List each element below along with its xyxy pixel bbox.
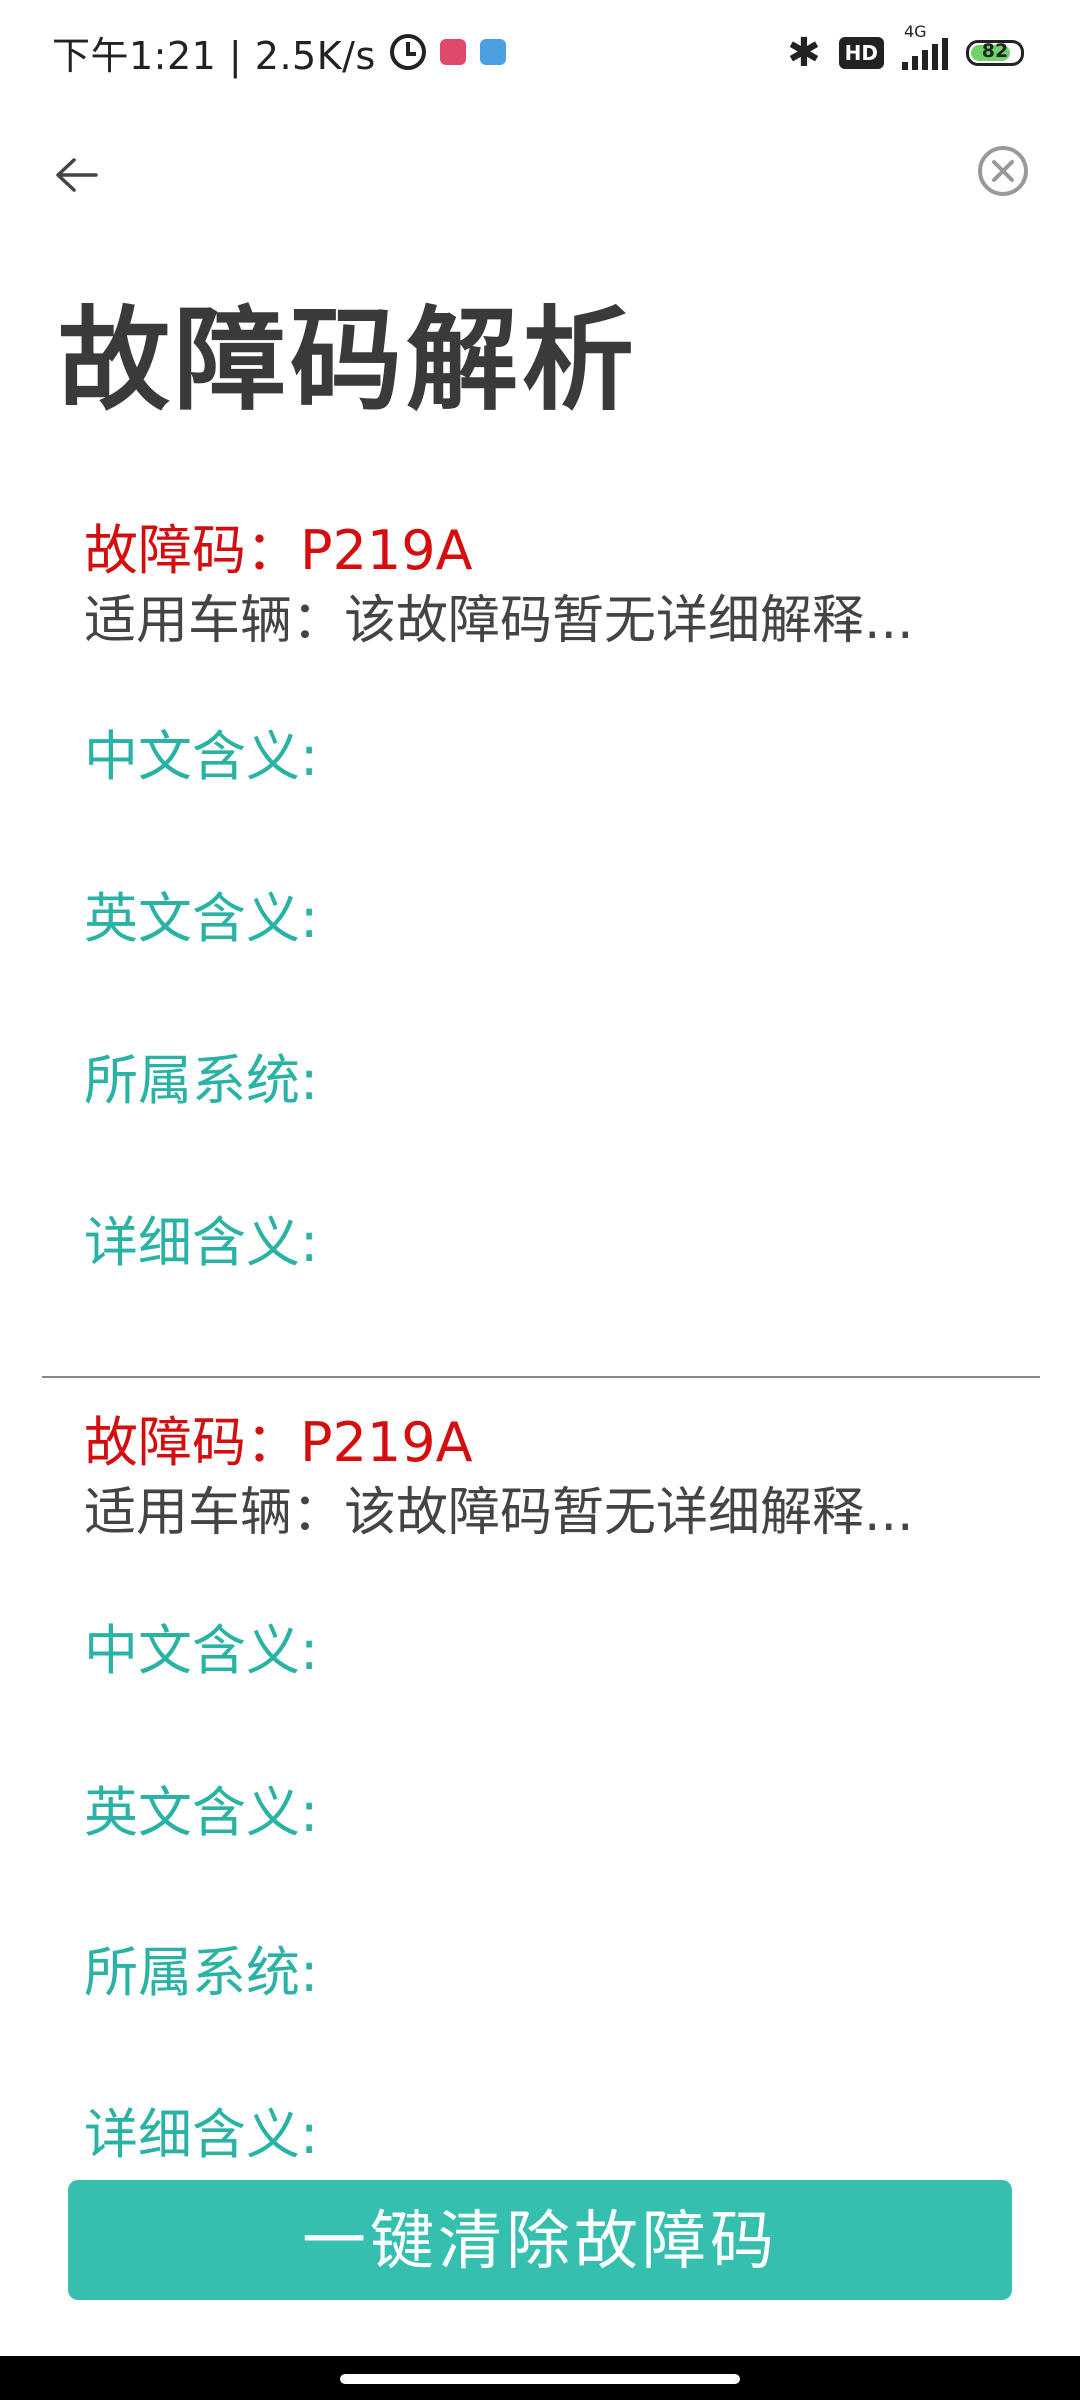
home-gesture-handle[interactable] [340,2374,740,2384]
result-card: 故障码：P219A 适用车辆：该故障码暂无详细解释... 中文含义: 英文含义:… [84,516,1024,1274]
fault-code: 故障码：P219A [84,1411,473,1474]
navigation-bar [0,2356,1080,2400]
vehicle-info: 适用车辆：该故障码暂无详细解释... [84,591,914,651]
detail-meaning-label: 详细含义: [84,1211,319,1274]
vehicle-info: 适用车辆：该故障码暂无详细解释... [84,1483,914,1543]
detail-meaning-label: 详细含义: [84,2103,319,2160]
results-list[interactable]: 故障码：P219A 适用车辆：该故障码暂无详细解释... 中文含义: 英文含义:… [0,0,1080,2160]
english-meaning-label: 英文含义: [84,1781,319,1844]
fault-code: 故障码：P219A [84,519,473,582]
chinese-meaning-label: 中文含义: [84,1619,319,1682]
divider [42,1376,1040,1378]
english-meaning-label: 英文含义: [84,887,319,950]
clear-fault-codes-button[interactable]: 一键清除故障码 [68,2180,1012,2300]
system-label: 所属系统: [84,1049,319,1112]
chinese-meaning-label: 中文含义: [84,725,319,788]
result-card: 故障码：P219A 适用车辆：该故障码暂无详细解释... 中文含义: 英文含义:… [84,1408,1024,2160]
system-label: 所属系统: [84,1941,319,2004]
